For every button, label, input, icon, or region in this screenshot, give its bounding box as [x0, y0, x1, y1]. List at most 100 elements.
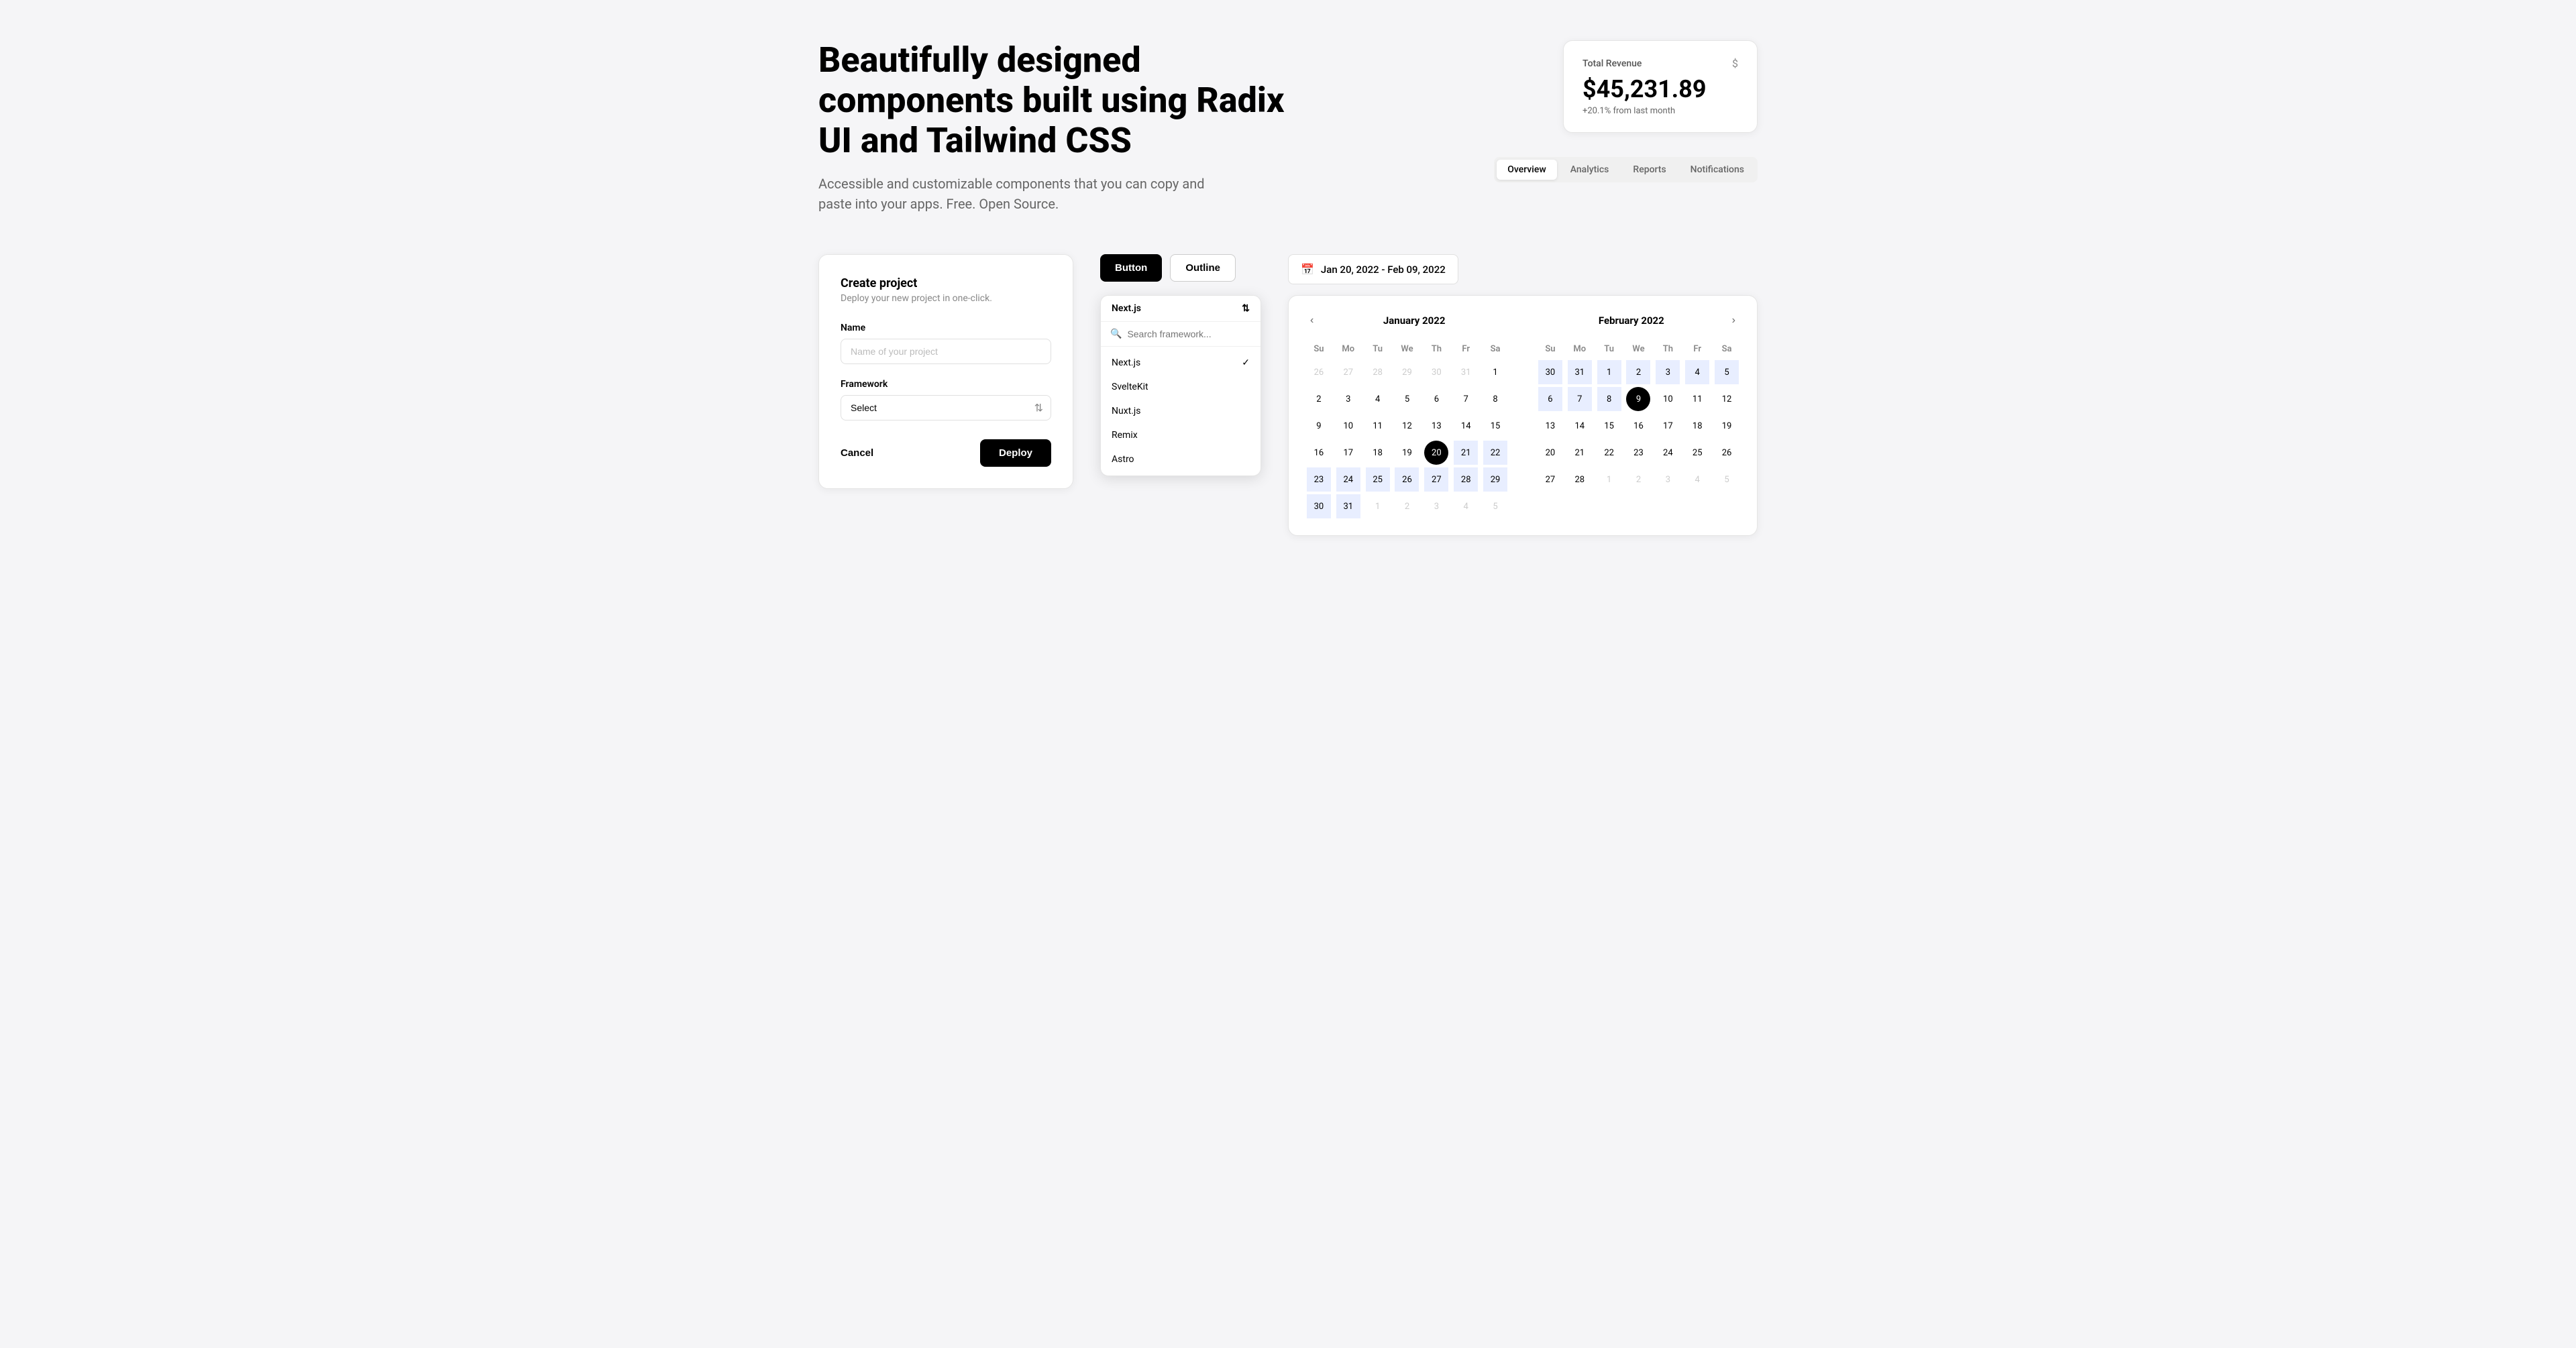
feb-day-9[interactable]: 9 — [1626, 387, 1650, 411]
jan-day-15[interactable]: 15 — [1483, 414, 1507, 438]
feb-day-19[interactable]: 19 — [1715, 414, 1739, 438]
feb-day-8[interactable]: 8 — [1597, 387, 1621, 411]
feb-day-27[interactable]: 27 — [1538, 467, 1562, 492]
jan-day-21[interactable]: 21 — [1454, 441, 1478, 465]
jan-day-29-prev[interactable]: 29 — [1395, 360, 1419, 384]
feb-day-7[interactable]: 7 — [1568, 387, 1592, 411]
feb-day-25[interactable]: 25 — [1685, 441, 1709, 465]
jan-day-28[interactable]: 28 — [1454, 467, 1478, 492]
feb-day-31-prev[interactable]: 31 — [1568, 360, 1592, 384]
jan-day-5[interactable]: 5 — [1395, 387, 1419, 411]
feb-day-2-next[interactable]: 2 — [1626, 467, 1650, 492]
jan-day-13[interactable]: 13 — [1424, 414, 1448, 438]
tab-overview[interactable]: Overview — [1497, 160, 1556, 180]
feb-day-1-next[interactable]: 1 — [1597, 467, 1621, 492]
feb-day-23[interactable]: 23 — [1626, 441, 1650, 465]
feb-day-3-next[interactable]: 3 — [1656, 467, 1680, 492]
jan-day-27[interactable]: 27 — [1424, 467, 1448, 492]
feb-day-3[interactable]: 3 — [1656, 360, 1680, 384]
name-input[interactable] — [841, 339, 1051, 364]
feb-day-12[interactable]: 12 — [1715, 387, 1739, 411]
jan-day-30[interactable]: 30 — [1307, 494, 1331, 518]
framework-select[interactable]: Select Next.js SvelteKit Nuxt.js Remix A… — [841, 395, 1051, 420]
jan-day-6[interactable]: 6 — [1424, 387, 1448, 411]
jan-day-9[interactable]: 9 — [1307, 414, 1331, 438]
dropdown-trigger[interactable]: Next.js ⇅ — [1101, 296, 1260, 322]
jan-day-31[interactable]: 31 — [1336, 494, 1360, 518]
dropdown-item-label: Next.js — [1112, 357, 1140, 368]
jan-day-1-next[interactable]: 1 — [1366, 494, 1390, 518]
jan-day-8[interactable]: 8 — [1483, 387, 1507, 411]
feb-day-6[interactable]: 6 — [1538, 387, 1562, 411]
feb-day-2[interactable]: 2 — [1626, 360, 1650, 384]
jan-day-2[interactable]: 2 — [1307, 387, 1331, 411]
feb-day-24[interactable]: 24 — [1656, 441, 1680, 465]
jan-day-11[interactable]: 11 — [1366, 414, 1390, 438]
feb-day-13[interactable]: 13 — [1538, 414, 1562, 438]
feb-day-16[interactable]: 16 — [1626, 414, 1650, 438]
jan-day-18[interactable]: 18 — [1366, 441, 1390, 465]
feb-day-4[interactable]: 4 — [1685, 360, 1709, 384]
dropdown-item-remix[interactable]: Remix — [1101, 423, 1260, 447]
jan-day-23[interactable]: 23 — [1307, 467, 1331, 492]
jan-day-14[interactable]: 14 — [1454, 414, 1478, 438]
feb-day-17[interactable]: 17 — [1656, 414, 1680, 438]
demo-solid-button[interactable]: Button — [1100, 254, 1162, 282]
feb-day-15[interactable]: 15 — [1597, 414, 1621, 438]
tab-analytics[interactable]: Analytics — [1560, 160, 1620, 180]
cancel-button[interactable]: Cancel — [841, 441, 873, 465]
jan-day-17[interactable]: 17 — [1336, 441, 1360, 465]
jan-day-30-prev[interactable]: 30 — [1424, 360, 1448, 384]
jan-day-1[interactable]: 1 — [1483, 360, 1507, 384]
tab-reports[interactable]: Reports — [1622, 160, 1676, 180]
jan-day-3[interactable]: 3 — [1336, 387, 1360, 411]
feb-day-28[interactable]: 28 — [1568, 467, 1592, 492]
jan-day-28-prev[interactable]: 28 — [1366, 360, 1390, 384]
jan-day-26-prev[interactable]: 26 — [1307, 360, 1331, 384]
dropdown-item-astro[interactable]: Astro — [1101, 447, 1260, 471]
jan-day-24[interactable]: 24 — [1336, 467, 1360, 492]
jan-day-19[interactable]: 19 — [1395, 441, 1419, 465]
dropdown-search-input[interactable] — [1127, 329, 1251, 339]
feb-day-18[interactable]: 18 — [1685, 414, 1709, 438]
feb-day-22[interactable]: 22 — [1597, 441, 1621, 465]
card-title: Create project — [841, 276, 1051, 290]
dropdown-item-nuxtjs[interactable]: Nuxt.js — [1101, 399, 1260, 423]
jan-day-3-next[interactable]: 3 — [1424, 494, 1448, 518]
tab-notifications[interactable]: Notifications — [1680, 160, 1755, 180]
jan-day-5-next[interactable]: 5 — [1483, 494, 1507, 518]
jan-day-4-next[interactable]: 4 — [1454, 494, 1478, 518]
jan-day-12[interactable]: 12 — [1395, 414, 1419, 438]
jan-day-20[interactable]: 20 — [1424, 441, 1448, 465]
jan-day-25[interactable]: 25 — [1366, 467, 1390, 492]
jan-day-22[interactable]: 22 — [1483, 441, 1507, 465]
feb-day-1[interactable]: 1 — [1597, 360, 1621, 384]
jan-day-26[interactable]: 26 — [1395, 467, 1419, 492]
jan-day-7[interactable]: 7 — [1454, 387, 1478, 411]
feb-day-26[interactable]: 26 — [1715, 441, 1739, 465]
prev-month-button[interactable]: ‹ — [1305, 312, 1319, 329]
demo-outline-button[interactable]: Outline — [1170, 254, 1236, 282]
date-range-bar[interactable]: 📅 Jan 20, 2022 - Feb 09, 2022 — [1288, 254, 1458, 284]
jan-day-31-prev[interactable]: 31 — [1454, 360, 1478, 384]
feb-day-14[interactable]: 14 — [1568, 414, 1592, 438]
dropdown-item-nextjs[interactable]: Next.js ✓ — [1101, 351, 1260, 375]
deploy-button[interactable]: Deploy — [980, 439, 1051, 467]
feb-day-30-prev[interactable]: 30 — [1538, 360, 1562, 384]
feb-day-5-next[interactable]: 5 — [1715, 467, 1739, 492]
feb-day-21[interactable]: 21 — [1568, 441, 1592, 465]
jan-day-4[interactable]: 4 — [1366, 387, 1390, 411]
feb-day-11[interactable]: 11 — [1685, 387, 1709, 411]
jan-day-16[interactable]: 16 — [1307, 441, 1331, 465]
jan-day-2-next[interactable]: 2 — [1395, 494, 1419, 518]
jan-day-27-prev[interactable]: 27 — [1336, 360, 1360, 384]
feb-day-10[interactable]: 10 — [1656, 387, 1680, 411]
next-month-button[interactable]: › — [1727, 312, 1741, 329]
dropdown-item-sveltekit[interactable]: SvelteKit — [1101, 375, 1260, 399]
feb-day-20[interactable]: 20 — [1538, 441, 1562, 465]
card-subtitle: Deploy your new project in one-click. — [841, 293, 1051, 304]
feb-day-5[interactable]: 5 — [1715, 360, 1739, 384]
feb-day-4-next[interactable]: 4 — [1685, 467, 1709, 492]
jan-day-10[interactable]: 10 — [1336, 414, 1360, 438]
jan-day-29[interactable]: 29 — [1483, 467, 1507, 492]
